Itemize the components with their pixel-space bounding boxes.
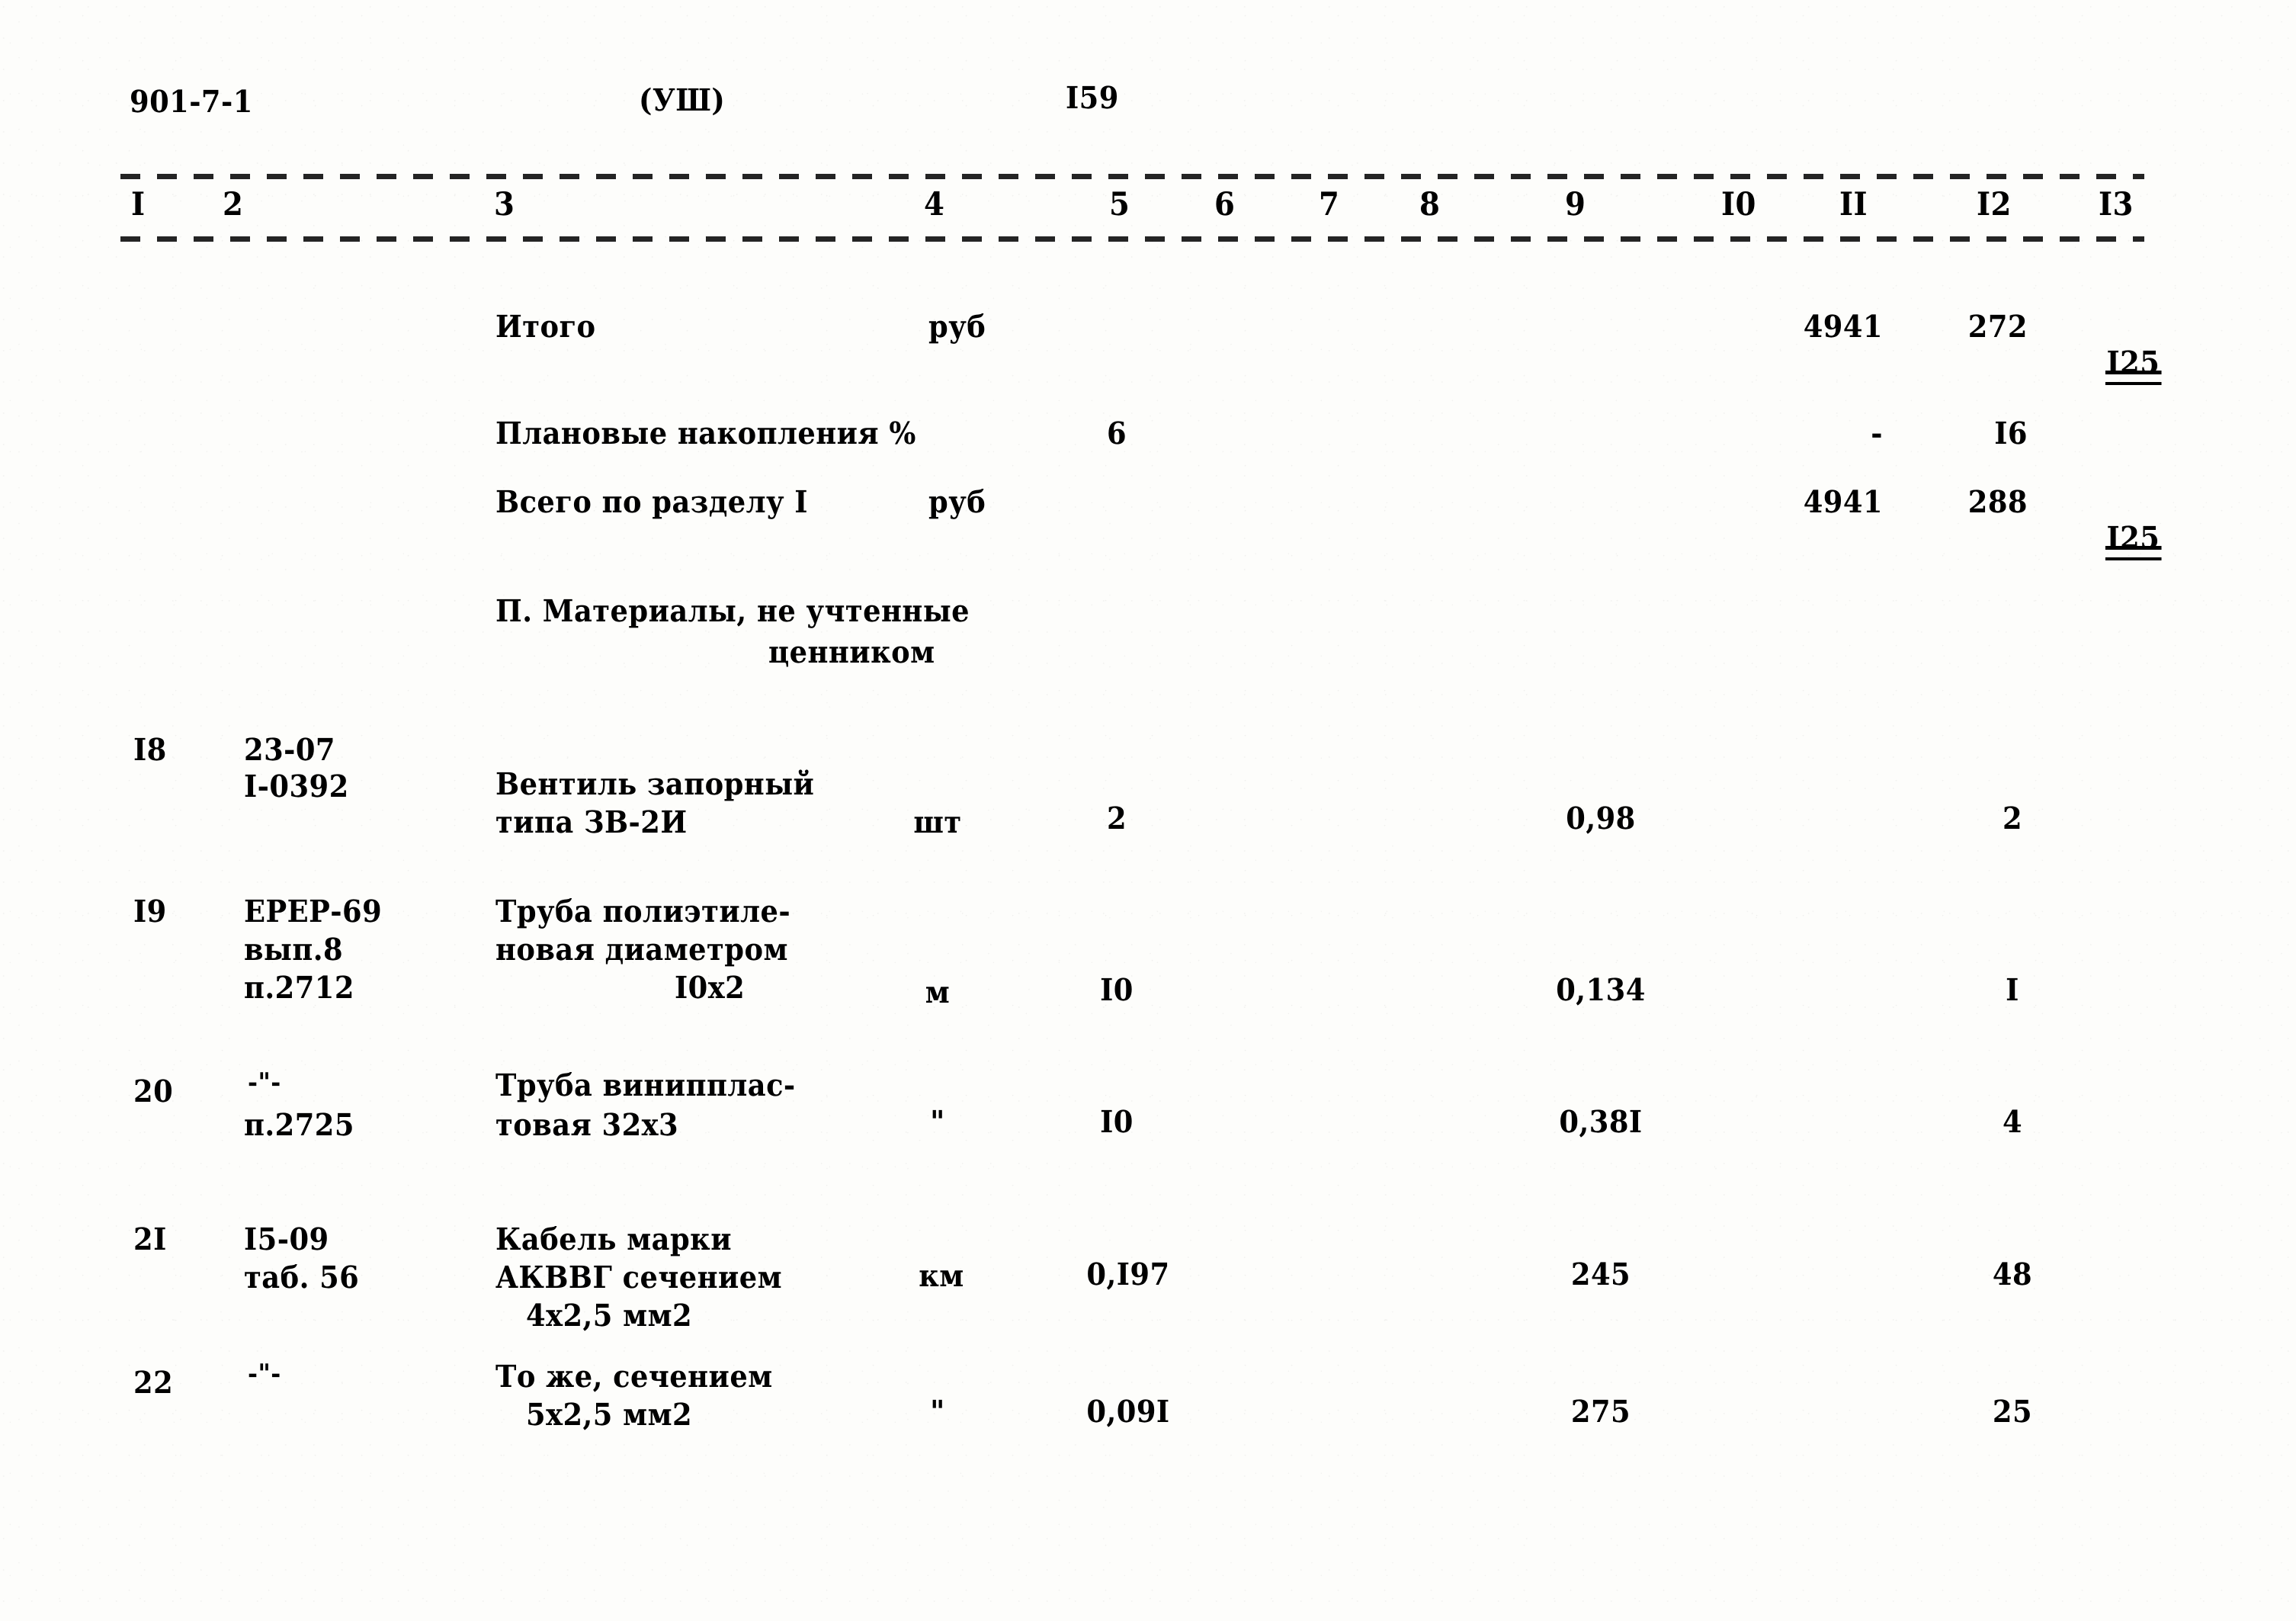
column-header-6: 6 xyxy=(1214,185,1236,223)
row-total-1: I xyxy=(2006,972,2019,1008)
row-code-3-0: I5-09 xyxy=(244,1221,329,1257)
series-marker: (УШ) xyxy=(639,82,726,118)
row-code-2-1: п.2725 xyxy=(244,1107,354,1143)
summary-row-unit-0: руб xyxy=(928,309,986,345)
row-total-3: 48 xyxy=(1992,1257,2033,1292)
row-number-2: 20 xyxy=(133,1074,174,1109)
row-desc-4-0: То же, сечением xyxy=(495,1359,773,1395)
summary-total-underlined-0: I25 xyxy=(2105,345,2162,385)
summary-row-label-0: Итого xyxy=(495,309,596,345)
row-number-0: I8 xyxy=(133,732,167,768)
row-code-2-0: -"- xyxy=(248,1067,281,1098)
row-price-3: 245 xyxy=(1570,1257,1631,1292)
row-desc-2-1: товая 32x3 xyxy=(495,1107,679,1143)
scanned-page: 901-7-1 (УШ) I59 I 2 3 4 5 6 7 8 9 I0 II… xyxy=(0,0,2296,1621)
row-qty-3: 0,I97 xyxy=(1086,1257,1170,1292)
column-header-13: I3 xyxy=(2099,185,2134,223)
row-price-2: 0,38I xyxy=(1559,1104,1643,1140)
row-price-1: 0,134 xyxy=(1556,972,1646,1008)
row-code-3-1: таб. 56 xyxy=(244,1260,360,1295)
row-desc-3-0: Кабель марки xyxy=(495,1221,732,1257)
summary-row-col11-1: - xyxy=(1871,416,1883,451)
summary-row-unit-2: руб xyxy=(928,484,986,520)
row-unit-2: " xyxy=(930,1104,945,1140)
row-code-0-0: 23-07 xyxy=(244,732,336,768)
summary-row-col12-1: I6 xyxy=(1994,416,2028,451)
row-desc-2-0: Труба винипплас- xyxy=(495,1067,796,1103)
row-unit-4: " xyxy=(930,1394,945,1430)
row-desc-1-1: новая диаметром xyxy=(495,932,788,968)
row-code-1-2: п.2712 xyxy=(244,970,354,1006)
summary-row-label-2: Всего по разделу I xyxy=(495,484,808,520)
row-qty-4: 0,09I xyxy=(1086,1394,1170,1430)
summary-row-col12-0: 272 xyxy=(1967,309,2028,345)
row-code-4-0: -"- xyxy=(248,1359,281,1389)
page-number: I59 xyxy=(1066,80,1119,116)
summary-row-col5-1: 6 xyxy=(1106,416,1127,451)
summary-row-col13-2: I25 xyxy=(2066,484,2162,593)
row-desc-1-0: Труба полиэтиле- xyxy=(495,894,791,929)
column-header-8: 8 xyxy=(1419,185,1441,223)
row-code-1-1: вып.8 xyxy=(244,932,344,968)
summary-row-col11-2: 4941 xyxy=(1803,484,1883,520)
row-qty-2: I0 xyxy=(1100,1104,1134,1140)
column-header-9: 9 xyxy=(1565,185,1586,223)
row-qty-0: 2 xyxy=(1106,801,1127,836)
section-heading-line2: ценником xyxy=(768,634,935,670)
column-header-12: I2 xyxy=(1977,185,2012,223)
row-total-4: 25 xyxy=(1992,1394,2033,1430)
row-unit-1: м xyxy=(925,974,951,1010)
row-price-0: 0,98 xyxy=(1566,801,1636,836)
column-header-5: 5 xyxy=(1109,185,1130,223)
row-total-2: 4 xyxy=(2002,1104,2023,1140)
column-header-11: II xyxy=(1839,185,1868,223)
row-desc-1-2: I0x2 xyxy=(675,970,746,1006)
table-top-rule xyxy=(120,174,2144,179)
row-price-4: 275 xyxy=(1570,1394,1631,1430)
summary-row-col12-2: 288 xyxy=(1967,484,2028,520)
row-desc-4-1: 5х2,5 мм2 xyxy=(526,1397,693,1433)
column-header-4: 4 xyxy=(924,185,945,223)
row-code-1-0: ЕРЕР-69 xyxy=(244,894,383,929)
row-unit-0: шт xyxy=(913,804,962,840)
row-desc-3-2: 4х2,5 мм2 xyxy=(526,1298,693,1334)
row-qty-1: I0 xyxy=(1100,972,1134,1008)
column-header-7: 7 xyxy=(1319,185,1340,223)
column-header-2: 2 xyxy=(223,185,244,223)
section-heading-line1: П. Материалы, не учтенные xyxy=(495,593,970,629)
row-number-1: I9 xyxy=(133,894,167,929)
summary-total-underlined-2: I25 xyxy=(2105,520,2162,560)
row-desc-0-0: Вентиль запорный xyxy=(495,766,815,802)
row-desc-3-1: АКВВГ сечением xyxy=(495,1260,783,1295)
column-header-3: 3 xyxy=(494,185,515,223)
row-desc-0-1: типа ЗВ-2И xyxy=(495,804,688,840)
table-header-rule xyxy=(120,236,2144,242)
row-number-3: 2I xyxy=(133,1221,167,1257)
row-unit-3: км xyxy=(919,1258,964,1294)
row-total-0: 2 xyxy=(2002,801,2023,836)
document-code: 901-7-1 xyxy=(130,84,253,120)
summary-row-col13-0: I25 xyxy=(2066,309,2162,418)
summary-row-label-1: Плановые накопления % xyxy=(495,416,916,451)
row-code-0-1: I-0392 xyxy=(244,769,349,804)
column-header-10: I0 xyxy=(1721,185,1756,223)
row-number-4: 22 xyxy=(133,1365,174,1401)
summary-row-col11-0: 4941 xyxy=(1803,309,1883,345)
column-header-1: I xyxy=(131,185,146,223)
